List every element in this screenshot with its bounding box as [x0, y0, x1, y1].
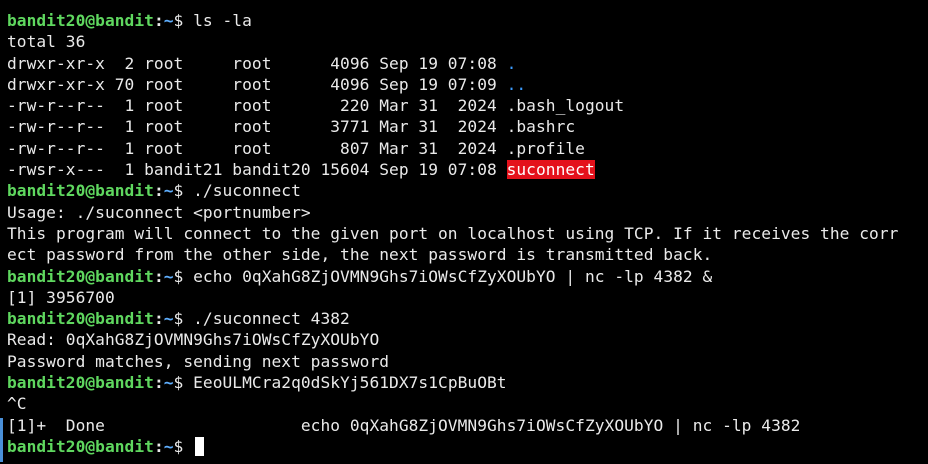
prompt-dollar: $ — [173, 309, 194, 329]
prompt-path: ~ — [163, 373, 174, 393]
prompt-path: ~ — [163, 11, 174, 30]
ls-entry-name: .bashrc — [506, 117, 576, 137]
prompt-user-host: bandit20@bandit — [7, 309, 154, 329]
ls-entry-name: .bash_logout — [506, 96, 625, 116]
prompt-line: bandit20@bandit:~$ ls -la — [7, 10, 928, 31]
output-line: ect password from the other side, the ne… — [7, 244, 928, 265]
prompt-separator: : — [153, 436, 164, 456]
ls-entry-row: -rw-r--r-- 1 root root 3771 Mar 31 2024 … — [7, 116, 928, 137]
ls-entry-details: drwxr-xr-x 70 root root 4096 Sep 19 07:0… — [7, 74, 507, 94]
prompt-separator: : — [153, 309, 164, 329]
output-text: Read: 0qXahG8ZjOVMN9Ghs7iOWsCfZyXOUbYO — [7, 330, 380, 350]
output-line: Read: 0qXahG8ZjOVMN9Ghs7iOWsCfZyXOUbYO — [7, 329, 928, 350]
output-text: Password matches, sending next password — [7, 351, 390, 371]
output-line: Usage: ./suconnect <portnumber> — [7, 202, 928, 223]
terminal-window[interactable]: bandit20@bandit:~$ ls -la total 36 drwxr-x… — [0, 0, 928, 464]
ls-entry-name: . — [506, 53, 517, 73]
prompt-line: bandit20@bandit:~$ echo 0qXahG8ZjOVMN9Gh… — [7, 266, 928, 287]
ls-entry-details: -rw-r--r-- 1 root root 220 Mar 31 2024 — [7, 96, 507, 116]
text-cursor[interactable] — [195, 436, 205, 456]
ls-entry-details: -rw-r--r-- 1 root root 807 Mar 31 2024 — [7, 138, 507, 158]
output-line: This program will connect to the given p… — [7, 223, 928, 244]
output-text: [1] 3956700 — [7, 287, 115, 307]
output-text: This program will connect to the given p… — [7, 223, 899, 243]
ls-entry-row: -rw-r--r-- 1 root root 807 Mar 31 2024 .… — [7, 138, 928, 159]
command-text: echo 0qXahG8ZjOVMN9Ghs7iOWsCfZyXOUbYO | … — [193, 266, 713, 286]
prompt-user-host: bandit20@bandit — [7, 373, 154, 393]
prompt-path: ~ — [163, 436, 174, 456]
ls-entry-row: drwxr-xr-x 70 root root 4096 Sep 19 07:0… — [7, 74, 928, 95]
prompt-path: ~ — [163, 181, 174, 201]
ls-entry-details: -rw-r--r-- 1 root root 3771 Mar 31 2024 — [7, 117, 507, 137]
prompt-line: bandit20@bandit:~$ — [7, 436, 928, 457]
output-line: Password matches, sending next password — [7, 351, 928, 372]
prompt-separator: : — [153, 11, 164, 30]
prompt-user-host: bandit20@bandit — [7, 11, 154, 30]
prompt-line: bandit20@bandit:~$ EeoULMCra2q0dSkYj561D… — [7, 372, 928, 393]
output-text: ^C — [7, 394, 27, 414]
ls-entry-name: suconnect — [506, 160, 595, 180]
ls-entry-row: -rw-r--r-- 1 root root 220 Mar 31 2024 .… — [7, 95, 928, 116]
prompt-dollar: $ — [173, 11, 194, 30]
prompt-dollar: $ — [173, 181, 194, 201]
prompt-dollar: $ — [173, 266, 194, 286]
command-text: ./suconnect 4382 — [193, 309, 350, 329]
output-line: [1] 3956700 — [7, 287, 928, 308]
command-text: ls -la — [193, 11, 252, 30]
prompt-path: ~ — [163, 309, 174, 329]
output-text: ect password from the other side, the ne… — [7, 245, 713, 265]
ls-entry-name: .profile — [506, 138, 585, 158]
prompt-path: ~ — [163, 266, 174, 286]
prompt-line: bandit20@bandit:~$ ./suconnect — [7, 180, 928, 201]
ls-entry-name: .. — [506, 74, 527, 94]
output-line: [1]+ Done echo 0qXahG8ZjOVMN9Ghs7iOWsCfZ… — [7, 415, 928, 436]
prompt-separator: : — [153, 266, 164, 286]
prompt-dollar: $ — [173, 436, 194, 456]
output-text: total 36 — [7, 32, 86, 52]
prompt-line: bandit20@bandit:~$ ./suconnect 4382 — [7, 308, 928, 329]
output-text: [1]+ Done echo 0qXahG8ZjOVMN9Ghs7iOWsCfZ… — [7, 415, 801, 435]
prompt-user-host: bandit20@bandit — [7, 436, 154, 456]
ls-entry-details: drwxr-xr-x 2 root root 4096 Sep 19 07:08 — [7, 53, 507, 73]
output-line: total 36 — [7, 31, 928, 52]
command-text: ./suconnect — [193, 181, 301, 201]
ls-entry-row: -rwsr-x--- 1 bandit21 bandit20 15604 Sep… — [7, 159, 928, 180]
prompt-user-host: bandit20@bandit — [7, 181, 154, 201]
command-text: EeoULMCra2q0dSkYj561DX7s1CpBuOBt — [193, 373, 507, 393]
prompt-separator: : — [153, 181, 164, 201]
prompt-separator: : — [153, 373, 164, 393]
prompt-dollar: $ — [173, 373, 194, 393]
output-line: ^C — [7, 393, 928, 414]
ls-entry-details: -rwsr-x--- 1 bandit21 bandit20 15604 Sep… — [7, 160, 507, 180]
output-text: Usage: ./suconnect <portnumber> — [7, 202, 311, 222]
prompt-user-host: bandit20@bandit — [7, 266, 154, 286]
ls-entry-row: drwxr-xr-x 2 root root 4096 Sep 19 07:08… — [7, 53, 928, 74]
command-mark-gutter — [0, 418, 3, 462]
